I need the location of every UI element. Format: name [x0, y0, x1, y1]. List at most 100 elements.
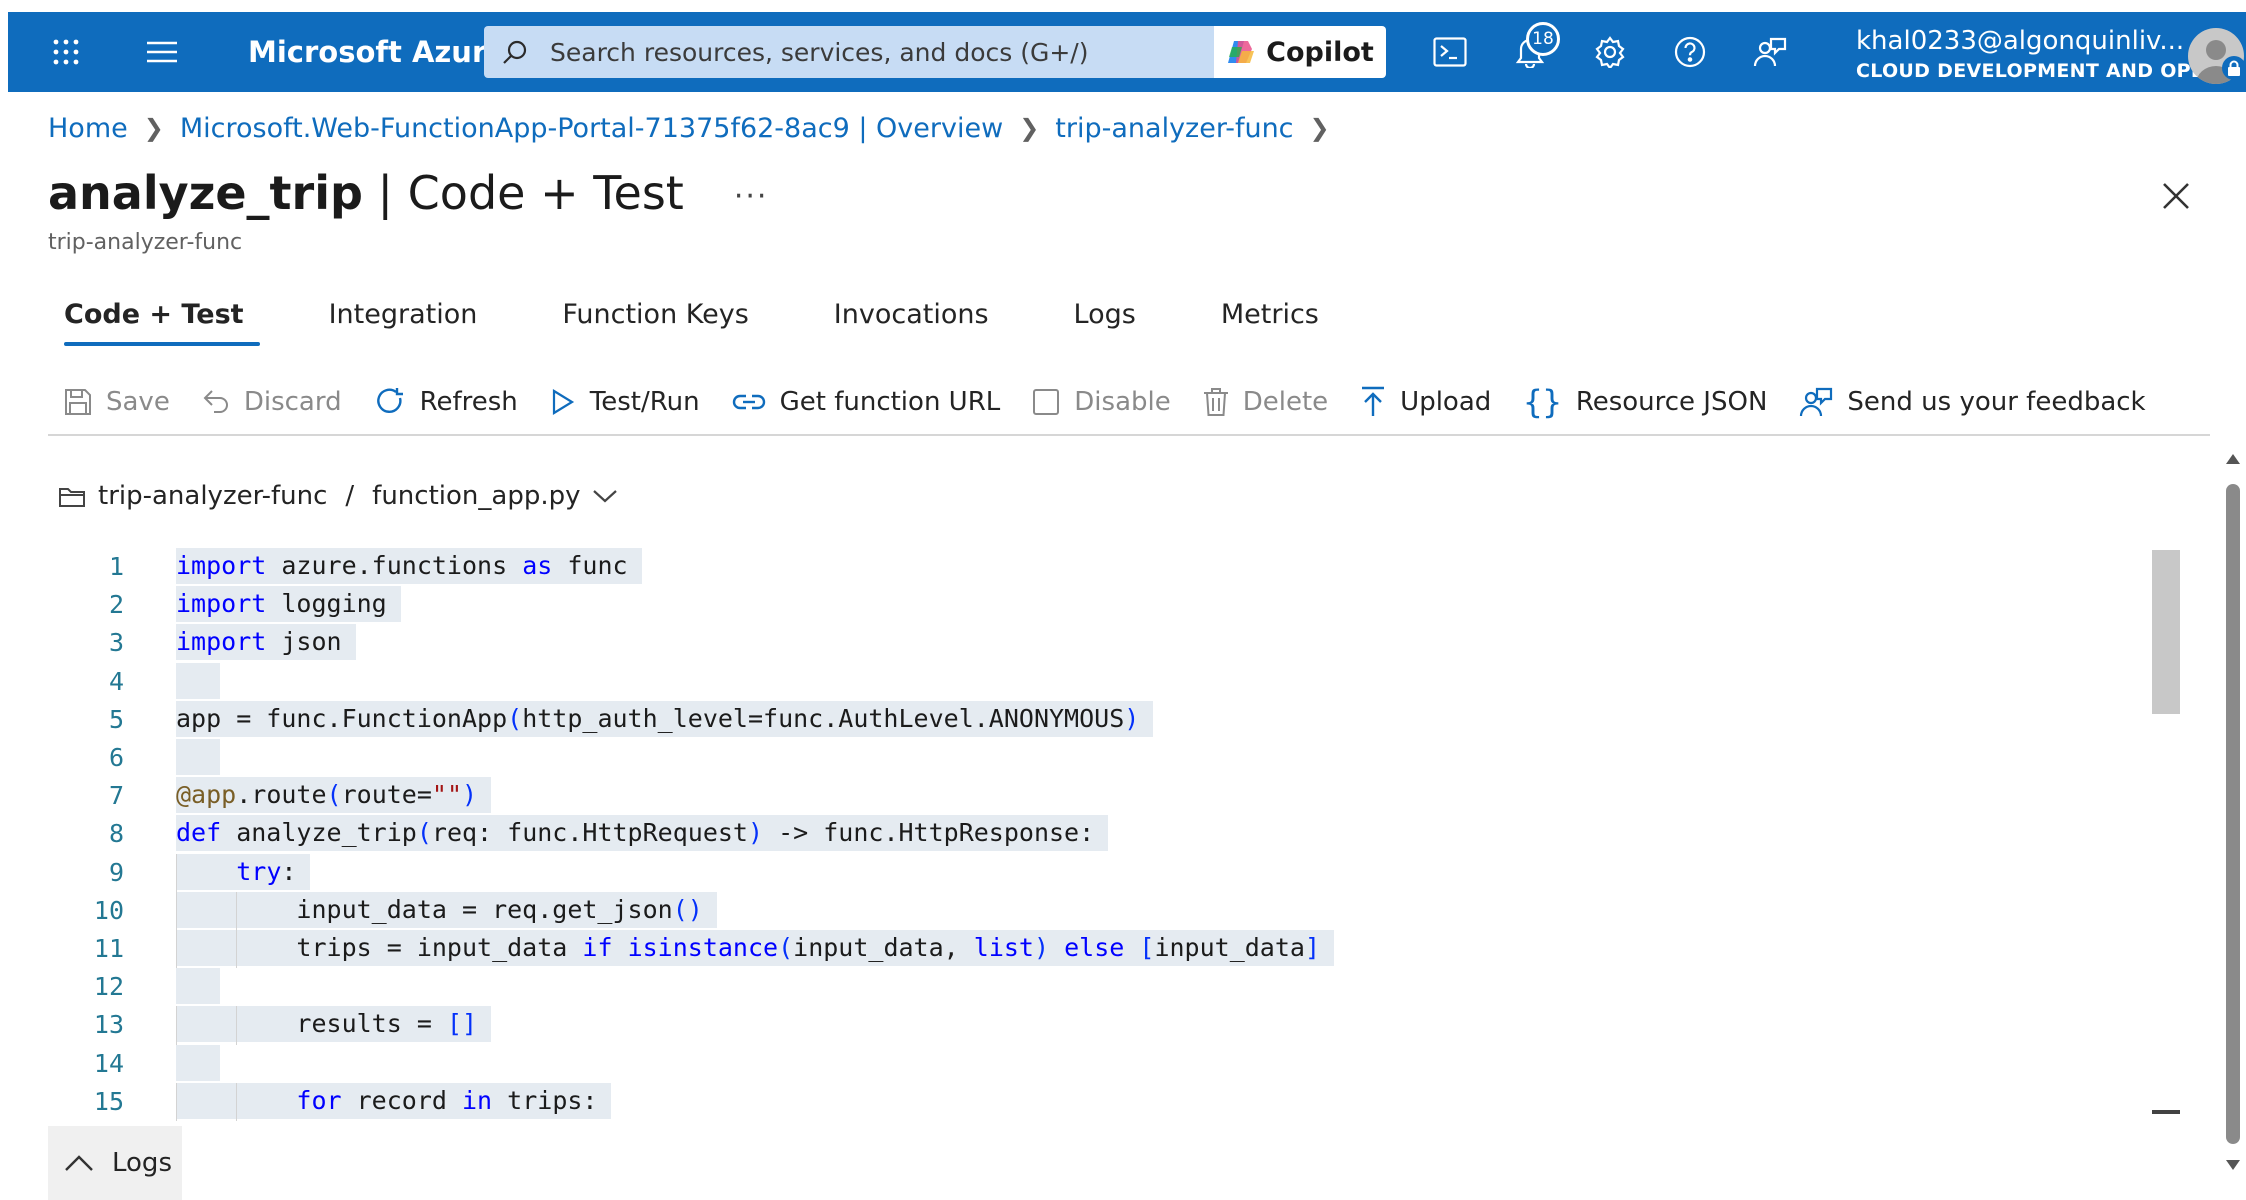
close-icon[interactable] [2158, 178, 2194, 214]
settings-gear-icon[interactable] [1582, 12, 1638, 92]
tab-code-test[interactable]: Code + Test [48, 290, 260, 350]
editor-scrollbar-thumb[interactable] [2152, 550, 2180, 714]
line-number: 6 [108, 743, 124, 772]
tab-strip: Code + Test Integration Function Keys In… [48, 290, 1388, 350]
breadcrumb-home[interactable]: Home [48, 113, 128, 144]
line-number: 13 [93, 1010, 124, 1040]
trash-icon [1203, 388, 1228, 416]
brand-title[interactable]: Microsoft Azure [248, 12, 506, 92]
code-line[interactable]: 3 import json [48, 624, 1398, 662]
send-feedback-button[interactable]: Send us your feedback [1799, 386, 2146, 418]
line-number: 3 [108, 628, 124, 658]
file-selector[interactable]: function_app.py [372, 481, 580, 511]
hamburger-menu-icon[interactable] [132, 12, 192, 92]
refresh-icon [376, 388, 403, 413]
code-line[interactable]: 15 for record in trips: [48, 1082, 1398, 1121]
line-number: 15 [93, 1086, 124, 1116]
help-question-icon[interactable] [1662, 12, 1718, 92]
code-line[interactable]: 2 import logging [48, 586, 1398, 624]
delete-label: Delete [1242, 387, 1329, 417]
curly-braces-icon: {} [1523, 383, 1562, 421]
indent-guide [236, 891, 238, 930]
global-search-input[interactable]: Search resources, services, and docs (G+… [484, 26, 1214, 78]
code-line[interactable]: 14 [48, 1044, 1398, 1083]
breadcrumb-trip-analyzer-func[interactable]: trip-analyzer-func [1055, 113, 1293, 144]
code-text [176, 968, 220, 1005]
code-line[interactable]: 10 input_data = req.get_json() [48, 891, 1398, 930]
code-text: app = func.FunctionApp(http_auth_level=f… [176, 700, 1154, 737]
line-number: 7 [108, 781, 124, 811]
cloud-shell-icon[interactable] [1422, 12, 1478, 92]
copilot-button[interactable]: Copilot [1214, 26, 1386, 78]
line-number: 12 [93, 972, 124, 1002]
folder-icon [59, 488, 85, 507]
refresh-button[interactable]: Refresh [374, 386, 518, 418]
file-path-breadcrumb: trip-analyzer-func / function_app.py [58, 476, 618, 516]
indent-guide [236, 1082, 238, 1121]
command-toolbar: Save Discard Refresh Test/Run Get functi… [48, 370, 2210, 436]
code-line[interactable]: 13 results = [] [48, 1006, 1398, 1045]
logs-panel-toggle[interactable]: Logs [48, 1126, 182, 1200]
breadcrumb-function-app-overview[interactable]: Microsoft.Web-FunctionApp-Portal-71375f6… [180, 113, 1003, 144]
chevron-right-icon: ❯ [1019, 114, 1040, 142]
upload-label: Upload [1400, 387, 1492, 417]
code-text: import json [176, 624, 356, 661]
chevron-down-icon[interactable] [592, 488, 618, 504]
discard-button[interactable]: Discard [202, 387, 342, 417]
account-info[interactable]: khal0233@algonquinliv... CLOUD DEVELOPME… [1856, 24, 2227, 84]
code-editor[interactable]: 1 import azure.functions as func 2 import l… [48, 548, 2156, 1122]
disable-button[interactable]: Disable [1032, 387, 1171, 417]
play-icon [552, 389, 574, 415]
logs-label: Logs [112, 1148, 172, 1178]
delete-button[interactable]: Delete [1203, 387, 1328, 417]
copilot-icon [1228, 41, 1255, 63]
code-line[interactable]: 8 def analyze_trip(req: func.HttpRequest)… [48, 815, 1398, 853]
code-line[interactable]: 12 [48, 968, 1398, 1006]
upload-arrow-icon [1362, 386, 1385, 416]
undo-icon [203, 390, 228, 413]
code-text: input_data = req.get_json() [176, 891, 717, 928]
more-options-icon[interactable]: ··· [734, 179, 769, 214]
feedback-person-icon [1800, 387, 1833, 417]
link-icon [732, 394, 765, 410]
page-scrollbar-thumb[interactable] [2226, 484, 2240, 1144]
editor-scroll-marker [2152, 1110, 2180, 1114]
code-line[interactable]: 11 trips = input_data if isinstance(inpu… [48, 930, 1398, 969]
page-scrollbar[interactable] [2222, 446, 2242, 1176]
feedback-person-icon[interactable] [1742, 12, 1798, 92]
get-function-url-button[interactable]: Get function URL [732, 387, 1000, 417]
save-label: Save [106, 387, 170, 417]
code-line[interactable]: 4 [48, 662, 1398, 701]
code-text: def analyze_trip(req: func.HttpRequest) … [176, 815, 1109, 852]
line-number: 5 [108, 704, 124, 734]
indent-guide [236, 1006, 238, 1045]
tab-logs[interactable]: Logs [1058, 290, 1152, 350]
code-line[interactable]: 1 import azure.functions as func [48, 548, 1398, 586]
folder-name: trip-analyzer-func [98, 481, 328, 511]
code-line[interactable]: 7 @app.route(route="") [48, 777, 1398, 815]
scroll-down-arrow-icon[interactable] [2224, 1158, 2242, 1172]
code-line[interactable]: 9 try: [48, 853, 1398, 892]
user-organization: CLOUD DEVELOPMENT AND OPE... [1856, 60, 2227, 82]
test-run-button[interactable]: Test/Run [550, 387, 700, 417]
scroll-up-arrow-icon[interactable] [2224, 452, 2242, 466]
line-number: 8 [108, 819, 124, 849]
code-text: results = [] [176, 1006, 492, 1043]
app-launcher-icon[interactable] [36, 12, 96, 92]
code-line[interactable]: 5 app = func.FunctionApp(http_auth_level=… [48, 700, 1398, 739]
code-line[interactable]: 6 [48, 739, 1398, 777]
resource-json-button[interactable]: {} Resource JSON [1523, 383, 1767, 421]
send-feedback-label: Send us your feedback [1847, 387, 2146, 417]
tab-function-keys[interactable]: Function Keys [546, 290, 764, 350]
line-number: 10 [93, 895, 124, 925]
chevron-right-icon: ❯ [1309, 114, 1330, 142]
line-number: 4 [108, 666, 124, 696]
tab-invocations[interactable]: Invocations [818, 290, 1005, 350]
discard-label: Discard [243, 387, 342, 417]
tab-integration[interactable]: Integration [313, 290, 494, 350]
chevron-right-icon: ❯ [143, 114, 164, 142]
user-name: khal0233@algonquinliv... [1856, 26, 2185, 56]
save-button[interactable]: Save [64, 387, 170, 417]
tab-metrics[interactable]: Metrics [1205, 290, 1335, 350]
upload-button[interactable]: Upload [1360, 386, 1491, 418]
